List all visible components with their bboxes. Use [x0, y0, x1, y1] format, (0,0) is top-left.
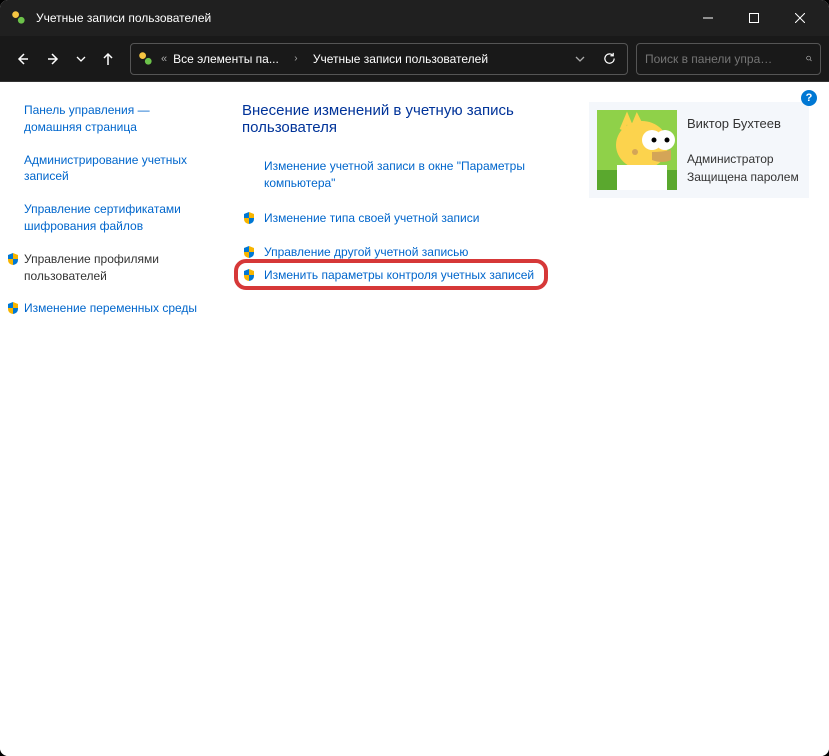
sidebar-item-label: Управление профилями пользователей: [24, 251, 208, 285]
task-label: Изменение учетной записи в окне "Парамет…: [264, 158, 571, 192]
page-title: Внесение изменений в учетную запись поль…: [242, 102, 571, 136]
user-protection: Защищена паролем: [687, 168, 799, 186]
address-prefix: «: [161, 53, 167, 65]
shield-icon: [242, 268, 256, 282]
sidebar-home-link[interactable]: Панель управления — домашняя страница: [24, 102, 208, 136]
shield-icon: [242, 245, 256, 259]
address-dropdown[interactable]: [569, 54, 591, 64]
task-change-in-settings[interactable]: Изменение учетной записи в окне "Парамет…: [242, 158, 571, 192]
help-icon[interactable]: ?: [801, 90, 817, 106]
sidebar-certificates-link[interactable]: Управление сертификатами шифрования файл…: [24, 201, 208, 235]
user-info: Виктор Бухтеев Администратор Защищена па…: [687, 110, 799, 186]
shield-icon: [6, 301, 20, 315]
sidebar-profiles-link[interactable]: Управление профилями пользователей: [24, 251, 208, 285]
avatar: [597, 110, 677, 190]
search-box[interactable]: [636, 43, 821, 75]
user-card: Виктор Бухтеев Администратор Защищена па…: [589, 102, 809, 198]
main-panel: Внесение изменений в учетную запись поль…: [220, 82, 829, 756]
highlight-box: Изменить параметры контроля учетных запи…: [234, 259, 548, 290]
recent-dropdown[interactable]: [72, 45, 90, 73]
sidebar-item-label: Управление сертификатами шифрования файл…: [24, 201, 208, 235]
title-bar[interactable]: Учетные записи пользователей: [0, 0, 829, 36]
search-icon: [806, 52, 812, 65]
search-input[interactable]: [645, 52, 800, 66]
sidebar-item-label: Панель управления — домашняя страница: [24, 102, 208, 136]
toolbar: « Все элементы па... › Учетные записи по…: [0, 36, 829, 82]
user-role: Администратор: [687, 150, 799, 168]
sidebar-admin-accounts-link[interactable]: Администрирование учетных записей: [24, 152, 208, 186]
back-button[interactable]: [8, 45, 36, 73]
task-label: Изменение типа своей учетной записи: [264, 210, 479, 227]
shield-icon: [6, 252, 20, 266]
task-change-type[interactable]: Изменение типа своей учетной записи: [242, 210, 571, 227]
close-button[interactable]: [777, 0, 823, 36]
maximize-button[interactable]: [731, 0, 777, 36]
sidebar-item-label: Администрирование учетных записей: [24, 152, 208, 186]
breadcrumb-item[interactable]: Учетные записи пользователей: [313, 52, 488, 66]
forward-button[interactable]: [40, 45, 68, 73]
user-name: Виктор Бухтеев: [687, 114, 799, 134]
window-controls: [685, 0, 823, 36]
task-label: Изменить параметры контроля учетных запи…: [264, 267, 534, 284]
shield-icon: [242, 211, 256, 225]
sidebar-item-label: Изменение переменных среды: [24, 300, 197, 317]
breadcrumb-item[interactable]: Все элементы па...: [173, 52, 279, 66]
refresh-button[interactable]: [597, 45, 621, 73]
minimize-button[interactable]: [685, 0, 731, 36]
task-uac-settings[interactable]: Изменить параметры контроля учетных запи…: [242, 267, 534, 284]
sidebar-env-vars-link[interactable]: Изменение переменных среды: [24, 300, 208, 317]
window: Учетные записи пользователей « Все элеме…: [0, 0, 829, 756]
window-title: Учетные записи пользователей: [36, 11, 685, 25]
app-icon: [10, 9, 28, 27]
address-bar[interactable]: « Все элементы па... › Учетные записи по…: [130, 43, 628, 75]
up-button[interactable]: [94, 45, 122, 73]
chevron-right-icon[interactable]: ›: [285, 53, 307, 64]
location-icon: [137, 50, 155, 68]
sidebar: Панель управления — домашняя страница Ад…: [0, 82, 220, 756]
content-area: ? Панель управления — домашняя страница …: [0, 82, 829, 756]
